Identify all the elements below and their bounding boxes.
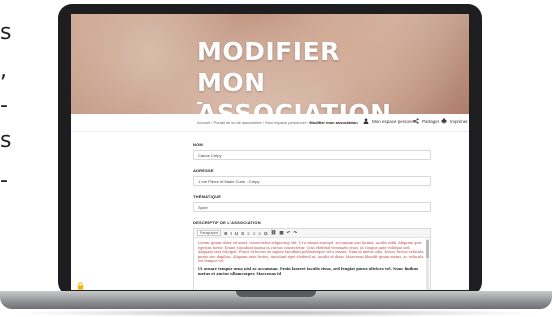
breadcrumb-bar: Accueil › Portail de la vie associative … — [71, 114, 469, 132]
left-text-fragment: - — [0, 168, 8, 193]
editor-paragraph: Ut ornare tempor urna nisl ac accumsan. … — [198, 266, 419, 276]
share-icon — [413, 118, 419, 124]
breadcrumb: Accueil › Portail de la vie associative … — [197, 120, 358, 125]
description-label: DESCRIPTIF DE L'ASSOCIATION — [193, 220, 261, 225]
breadcrumb-item-portal[interactable]: Portail de la vie associative — [214, 120, 262, 125]
title-dash — [197, 102, 202, 104]
association-form: NOM Canoe Crépy ADRESSE 1 rue Pierre et … — [193, 142, 431, 290]
breadcrumb-current: Modifier mon association — [309, 120, 358, 125]
name-field[interactable]: Canoe Crépy — [193, 150, 431, 160]
breadcrumb-item-home[interactable]: Accueil — [197, 120, 210, 125]
hero-banner: MODIFIER MON ASSOCIATION — [71, 14, 469, 128]
share-label: Partager — [422, 118, 440, 124]
left-text-fragment: - — [0, 93, 8, 118]
underline-button[interactable]: U — [235, 231, 238, 236]
theme-field[interactable]: Sport — [193, 202, 431, 212]
italic-button[interactable]: I — [231, 231, 232, 236]
editor-toolbar: Paragraphe B I U S ≡ ≡ ≡ Ω ⛓ ▦ ↶ ↷ — [194, 229, 430, 238]
print-button[interactable]: Imprimer — [441, 118, 468, 124]
description-editor[interactable]: Paragraphe B I U S ≡ ≡ ≡ Ω ⛓ ▦ ↶ ↷ Lorem… — [193, 228, 431, 290]
print-label: Imprimer — [450, 118, 468, 124]
editor-content[interactable]: Lorem ipsum dolor sit amet, consectetur … — [194, 238, 430, 276]
align-center-button[interactable]: ≡ — [253, 231, 256, 236]
laptop-screen: MODIFIER MON ASSOCIATION Accueil › Porta… — [71, 14, 469, 290]
name-label: NOM — [193, 142, 203, 147]
align-left-button[interactable]: ≡ — [247, 231, 250, 236]
strikethrough-button[interactable]: S — [241, 231, 244, 236]
undo-button[interactable]: ↶ — [287, 230, 291, 236]
redo-button[interactable]: ↷ — [293, 230, 297, 236]
left-text-fragment: s — [0, 20, 12, 45]
print-icon — [441, 118, 447, 124]
left-text-fragment: s — [0, 128, 12, 153]
editor-scrollbar-thumb[interactable] — [426, 240, 429, 258]
table-button[interactable]: ▦ — [279, 230, 283, 236]
special-char-button[interactable]: Ω — [264, 231, 268, 236]
breadcrumb-separator: › — [211, 120, 213, 125]
link-button[interactable]: ⛓ — [271, 230, 277, 236]
laptop-shadow — [8, 309, 544, 317]
share-button[interactable]: Partager — [413, 118, 439, 124]
laptop-notch — [236, 291, 316, 297]
personal-space-label: Mon espace personnel — [372, 118, 418, 124]
breadcrumb-item-personal-space[interactable]: Mon espace personnel — [265, 120, 305, 125]
bold-button[interactable]: B — [224, 231, 227, 236]
left-text-fragment: , — [0, 58, 7, 83]
personal-space-link[interactable]: Mon espace personnel — [363, 118, 418, 124]
theme-label: THÉMATIQUE — [193, 194, 222, 199]
address-label: ADRESSE — [193, 168, 214, 173]
editor-paragraph: Lorem ipsum dolor sit amet, consectetur … — [198, 241, 424, 264]
user-icon — [363, 118, 369, 124]
paragraph-format-select[interactable]: Paragraphe — [197, 230, 222, 236]
list-button[interactable]: ≡ — [258, 231, 261, 236]
page-title-line1: MODIFIER MON — [197, 37, 340, 97]
address-field[interactable]: 1 rue Pierre et Marie Curie - Crépy — [193, 176, 431, 186]
lock-icon — [77, 282, 84, 290]
